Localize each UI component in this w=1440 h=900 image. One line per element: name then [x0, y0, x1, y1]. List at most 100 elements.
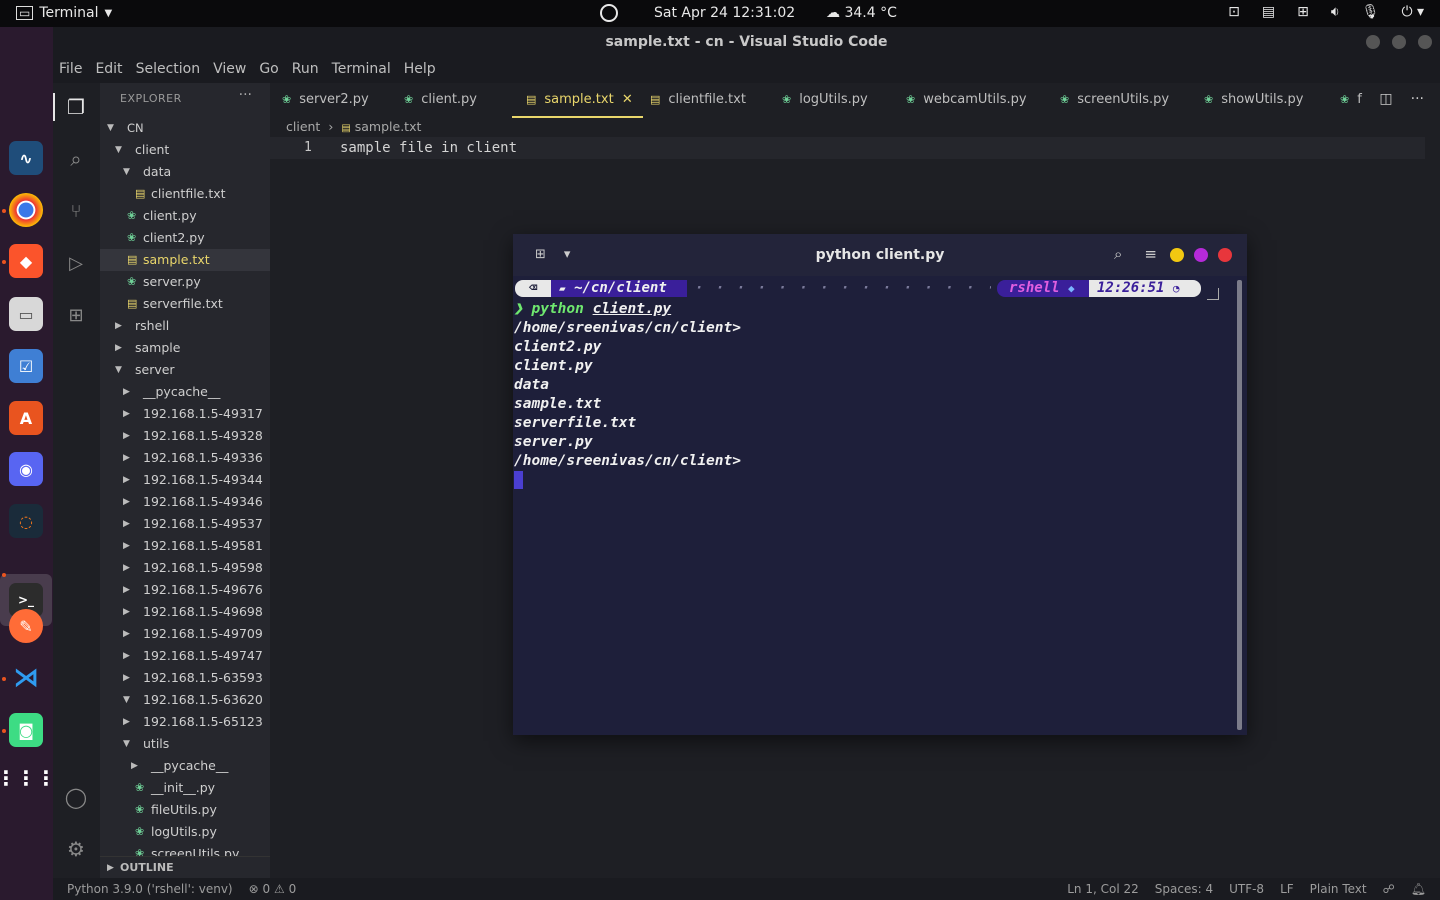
tree-item[interactable]: ▶ 192.168.1.5-49336 [100, 447, 270, 469]
clock[interactable]: Sat Apr 24 12:31:02 [654, 5, 795, 21]
tree-item[interactable]: ▼ data [100, 161, 270, 183]
account-icon[interactable]: ◯ [62, 783, 90, 811]
editor-tab[interactable]: ❀ showUtils.py [1204, 83, 1304, 118]
close-button[interactable] [1218, 248, 1232, 262]
tree-item[interactable]: ❀ logUtils.py [100, 821, 270, 843]
terminal-scrollbar[interactable] [1237, 280, 1242, 730]
tree-item[interactable]: ▶ 192.168.1.5-65123 [100, 711, 270, 733]
tree-item[interactable]: ▶ 192.168.1.5-49344 [100, 469, 270, 491]
editor-tab[interactable]: ❀ server2.py [282, 83, 369, 118]
tree-item[interactable]: ▤ serverfile.txt [100, 293, 270, 315]
menu-edit[interactable]: Edit [95, 57, 129, 83]
system-monitor-icon[interactable]: ▤ [1262, 4, 1275, 20]
settings-gear-icon[interactable]: ⚙ [62, 835, 90, 863]
tree-item[interactable]: ❀ fileUtils.py [100, 799, 270, 821]
explorer-icon[interactable]: ❐ [62, 93, 90, 121]
brave-dock-icon[interactable]: ◆ [9, 244, 43, 278]
editor-tab[interactable]: ❀ webcamUtils.py [906, 83, 1027, 118]
tree-item[interactable]: ▼ utils [100, 733, 270, 755]
sync-dock-icon[interactable]: ◌ [9, 504, 43, 538]
search-icon[interactable]: ⌕ [62, 145, 90, 173]
feedback-icon[interactable]: ☍ [1383, 878, 1395, 900]
editor-line[interactable]: 1 sample file in client [270, 137, 1425, 159]
extensions-icon[interactable]: ⊞ [62, 301, 90, 329]
discord-dock-icon[interactable]: ◉ [9, 452, 43, 486]
tree-item[interactable]: ▶ 192.168.1.5-49346 [100, 491, 270, 513]
line-content[interactable]: sample file in client [340, 137, 517, 159]
tree-item[interactable]: ▶ 192.168.1.5-49317 [100, 403, 270, 425]
weather-temperature[interactable]: ☁ 34.4 °C [826, 5, 897, 21]
tree-item[interactable]: ▼ 192.168.1.5-63620 [100, 689, 270, 711]
editor-tab[interactable]: ❀ client.py [404, 83, 477, 118]
android-studio-dock-icon[interactable]: ◙ [9, 713, 43, 747]
app-grid-icon[interactable]: ⋮⋮⋮ [0, 761, 56, 795]
notifications-bell-icon[interactable]: 🔔︎ [1411, 878, 1426, 900]
source-control-icon[interactable]: ⑂ [62, 197, 90, 225]
maximize-button[interactable] [1392, 35, 1406, 49]
editor-tab[interactable]: ❀ logUtils.py [782, 83, 868, 118]
tree-item[interactable]: ▶ 192.168.1.5-63593 [100, 667, 270, 689]
window-controls[interactable] [1366, 35, 1432, 49]
editor-tab[interactable]: ❀ f [1340, 83, 1362, 118]
tree-item[interactable]: ▶ __pycache__ [100, 381, 270, 403]
tree-item[interactable]: ❀ client.py [100, 205, 270, 227]
breadcrumb-folder[interactable]: client [286, 119, 320, 134]
tree-item[interactable]: ▼ server [100, 359, 270, 381]
tree-item[interactable]: ▶ 192.168.1.5-49676 [100, 579, 270, 601]
outline-section[interactable]: ▶ OUTLINE [100, 856, 270, 878]
menu-help[interactable]: Help [404, 57, 443, 83]
postman-dock-icon[interactable]: ✎ [9, 609, 43, 643]
menu-selection[interactable]: Selection [136, 57, 208, 83]
hamburger-menu-icon[interactable]: ≡ [1144, 245, 1157, 263]
minimize-button[interactable] [1170, 248, 1184, 262]
cursor-position[interactable]: Ln 1, Col 22 [1067, 878, 1139, 900]
menu-file[interactable]: File [59, 57, 89, 83]
encoding[interactable]: UTF-8 [1229, 878, 1264, 900]
search-icon[interactable]: ⌕ [1114, 245, 1122, 263]
tree-item[interactable]: ▶ 192.168.1.5-49328 [100, 425, 270, 447]
editor-tab[interactable]: ▤ sample.txt ✕ [512, 83, 643, 118]
software-dock-icon[interactable]: A [9, 401, 43, 435]
breadcrumb[interactable]: client › ▤ sample.txt [286, 119, 421, 134]
editor-tab[interactable]: ❀ screenUtils.py [1060, 83, 1169, 118]
tree-item[interactable]: ▤ clientfile.txt [100, 183, 270, 205]
more-actions-icon[interactable]: ··· [239, 87, 252, 103]
tree-item[interactable]: ▶ 192.168.1.5-49581 [100, 535, 270, 557]
tree-item[interactable]: ❀ __init__.py [100, 777, 270, 799]
tree-item[interactable]: ▶ 192.168.1.5-49709 [100, 623, 270, 645]
tree-item[interactable]: ❀ client2.py [100, 227, 270, 249]
tree-item[interactable]: ▶ __pycache__ [100, 755, 270, 777]
network-icon[interactable]: ⊞ [1297, 4, 1309, 20]
chevron-down-icon[interactable]: ▾ [564, 247, 571, 262]
more-actions-icon[interactable]: ··· [1411, 91, 1424, 107]
volume-icon[interactable]: 🔉︎ [1331, 4, 1340, 20]
minimize-button[interactable] [1366, 35, 1380, 49]
tree-item[interactable]: ▤ sample.txt [100, 249, 270, 271]
run-debug-icon[interactable]: ▷ [62, 249, 90, 277]
microphone-icon[interactable]: 🎙︎ [1362, 4, 1380, 20]
python-interpreter[interactable]: Python 3.9.0 ('rshell': venv) [67, 878, 233, 900]
menu-terminal[interactable]: Terminal [332, 57, 398, 83]
tree-item[interactable]: ❀ server.py [100, 271, 270, 293]
breadcrumb-file[interactable]: sample.txt [355, 119, 422, 134]
indentation[interactable]: Spaces: 4 [1155, 878, 1213, 900]
terminal-output[interactable]: ⌫ ▰ ~/cn/client · · · · · · · · · · · · … [513, 276, 1237, 735]
tree-item[interactable]: ▶ 192.168.1.5-49747 [100, 645, 270, 667]
tree-item[interactable]: ▶ sample [100, 337, 270, 359]
maximize-button[interactable] [1194, 248, 1208, 262]
problems-indicator[interactable]: ⊗ 0 ⚠ 0 [249, 878, 297, 900]
new-tab-icon[interactable]: ⊞ [535, 247, 546, 262]
tree-item[interactable]: ▼ client [100, 139, 270, 161]
vscode-dock-icon[interactable]: ⋊ [9, 661, 43, 695]
screenshot-icon[interactable]: ⊡ [1228, 4, 1240, 20]
end-of-line[interactable]: LF [1280, 878, 1294, 900]
close-button[interactable] [1418, 35, 1432, 49]
power-icon[interactable]: ⏻ ▾ [1401, 4, 1424, 20]
close-icon[interactable]: ✕ [618, 92, 633, 107]
system-monitor-dock-icon[interactable]: ∿ [9, 141, 43, 175]
system-tray[interactable]: ⊡ ▤ ⊞ 🔉︎ 🎙︎ ⏻ ▾ [1228, 4, 1424, 20]
files-dock-icon[interactable]: ▭ [9, 297, 43, 331]
tree-item[interactable]: ▶ rshell [100, 315, 270, 337]
chrome-dock-icon[interactable] [9, 193, 43, 227]
menu-go[interactable]: Go [259, 57, 285, 83]
